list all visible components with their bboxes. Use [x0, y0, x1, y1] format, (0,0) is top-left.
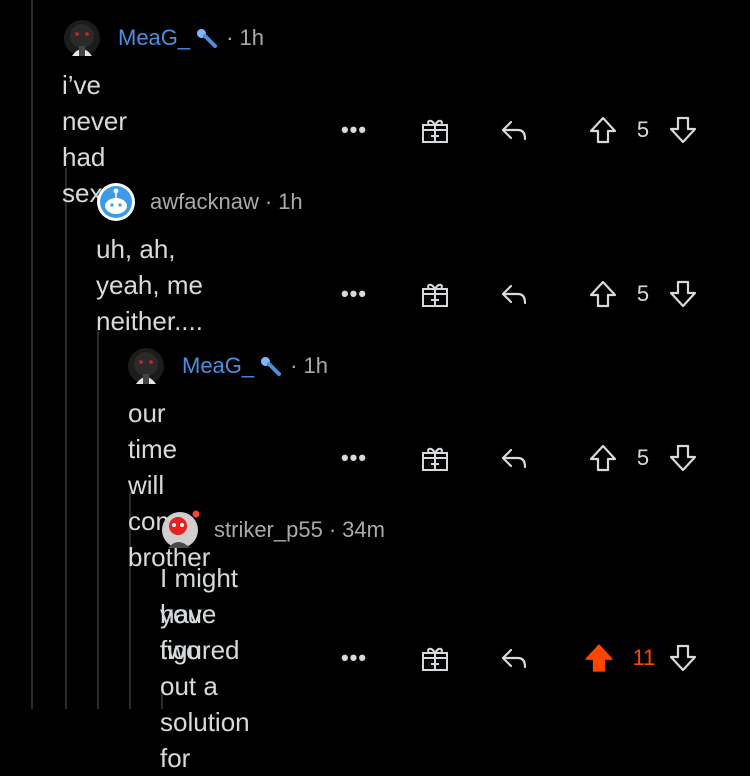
timestamp: 1h	[303, 353, 328, 378]
comment-header: MeaG_ · 1h	[64, 20, 264, 56]
username[interactable]: striker_p55	[214, 517, 323, 543]
reply-icon[interactable]	[496, 640, 532, 676]
comment-actions: ••• 11	[0, 640, 750, 676]
comment-header: striker_p55 · 34m	[160, 510, 385, 548]
vote-count: 11	[632, 645, 656, 670]
user-avatar[interactable]	[64, 20, 100, 56]
separator-dot: ·	[328, 517, 337, 542]
user-avatar[interactable]	[96, 183, 135, 221]
upvote-icon[interactable]	[586, 440, 620, 476]
upvote-icon[interactable]	[586, 112, 620, 148]
username[interactable]: MeaG_	[182, 353, 254, 379]
downvote-icon[interactable]	[666, 276, 700, 312]
vote-count: 5	[636, 445, 650, 470]
reply-icon[interactable]	[496, 112, 532, 148]
award-gift-icon[interactable]	[417, 440, 453, 476]
more-options-button[interactable]: •••	[336, 112, 372, 148]
downvote-icon[interactable]	[666, 440, 700, 476]
award-gift-icon[interactable]	[417, 276, 453, 312]
username[interactable]: MeaG_	[118, 25, 190, 51]
reply-icon[interactable]	[496, 276, 532, 312]
more-options-button[interactable]: •••	[336, 640, 372, 676]
more-options-button[interactable]: •••	[336, 440, 372, 476]
microphone-icon	[194, 25, 220, 51]
upvote-icon[interactable]	[586, 276, 620, 312]
thread-line-level-1	[31, 0, 33, 709]
timestamp: 34m	[342, 517, 385, 542]
comment-actions: ••• 5	[0, 112, 750, 148]
award-gift-icon[interactable]	[417, 640, 453, 676]
comment-actions: ••• 5	[0, 440, 750, 476]
downvote-icon[interactable]	[666, 640, 700, 676]
separator-dot: ·	[226, 25, 234, 50]
thread-line-level-2	[65, 168, 67, 709]
user-avatar[interactable]	[128, 348, 164, 384]
award-gift-icon[interactable]	[417, 112, 453, 148]
username[interactable]: awfacknaw	[150, 189, 259, 215]
comment-header: MeaG_ · 1h	[128, 348, 328, 384]
user-avatar[interactable]	[160, 510, 200, 548]
vote-count: 5	[636, 117, 650, 142]
microphone-icon	[258, 353, 284, 379]
separator-dot: ·	[264, 189, 273, 214]
more-options-button[interactable]: •••	[336, 276, 372, 312]
reply-icon[interactable]	[496, 440, 532, 476]
upvote-icon-active[interactable]	[582, 640, 616, 676]
downvote-icon[interactable]	[666, 112, 700, 148]
timestamp: 1h	[278, 189, 303, 214]
separator-dot: ·	[290, 353, 298, 378]
timestamp: 1h	[239, 25, 264, 50]
comment-header: awfacknaw · 1h	[96, 183, 303, 221]
comment-actions: ••• 5	[0, 276, 750, 312]
vote-count: 5	[636, 281, 650, 306]
